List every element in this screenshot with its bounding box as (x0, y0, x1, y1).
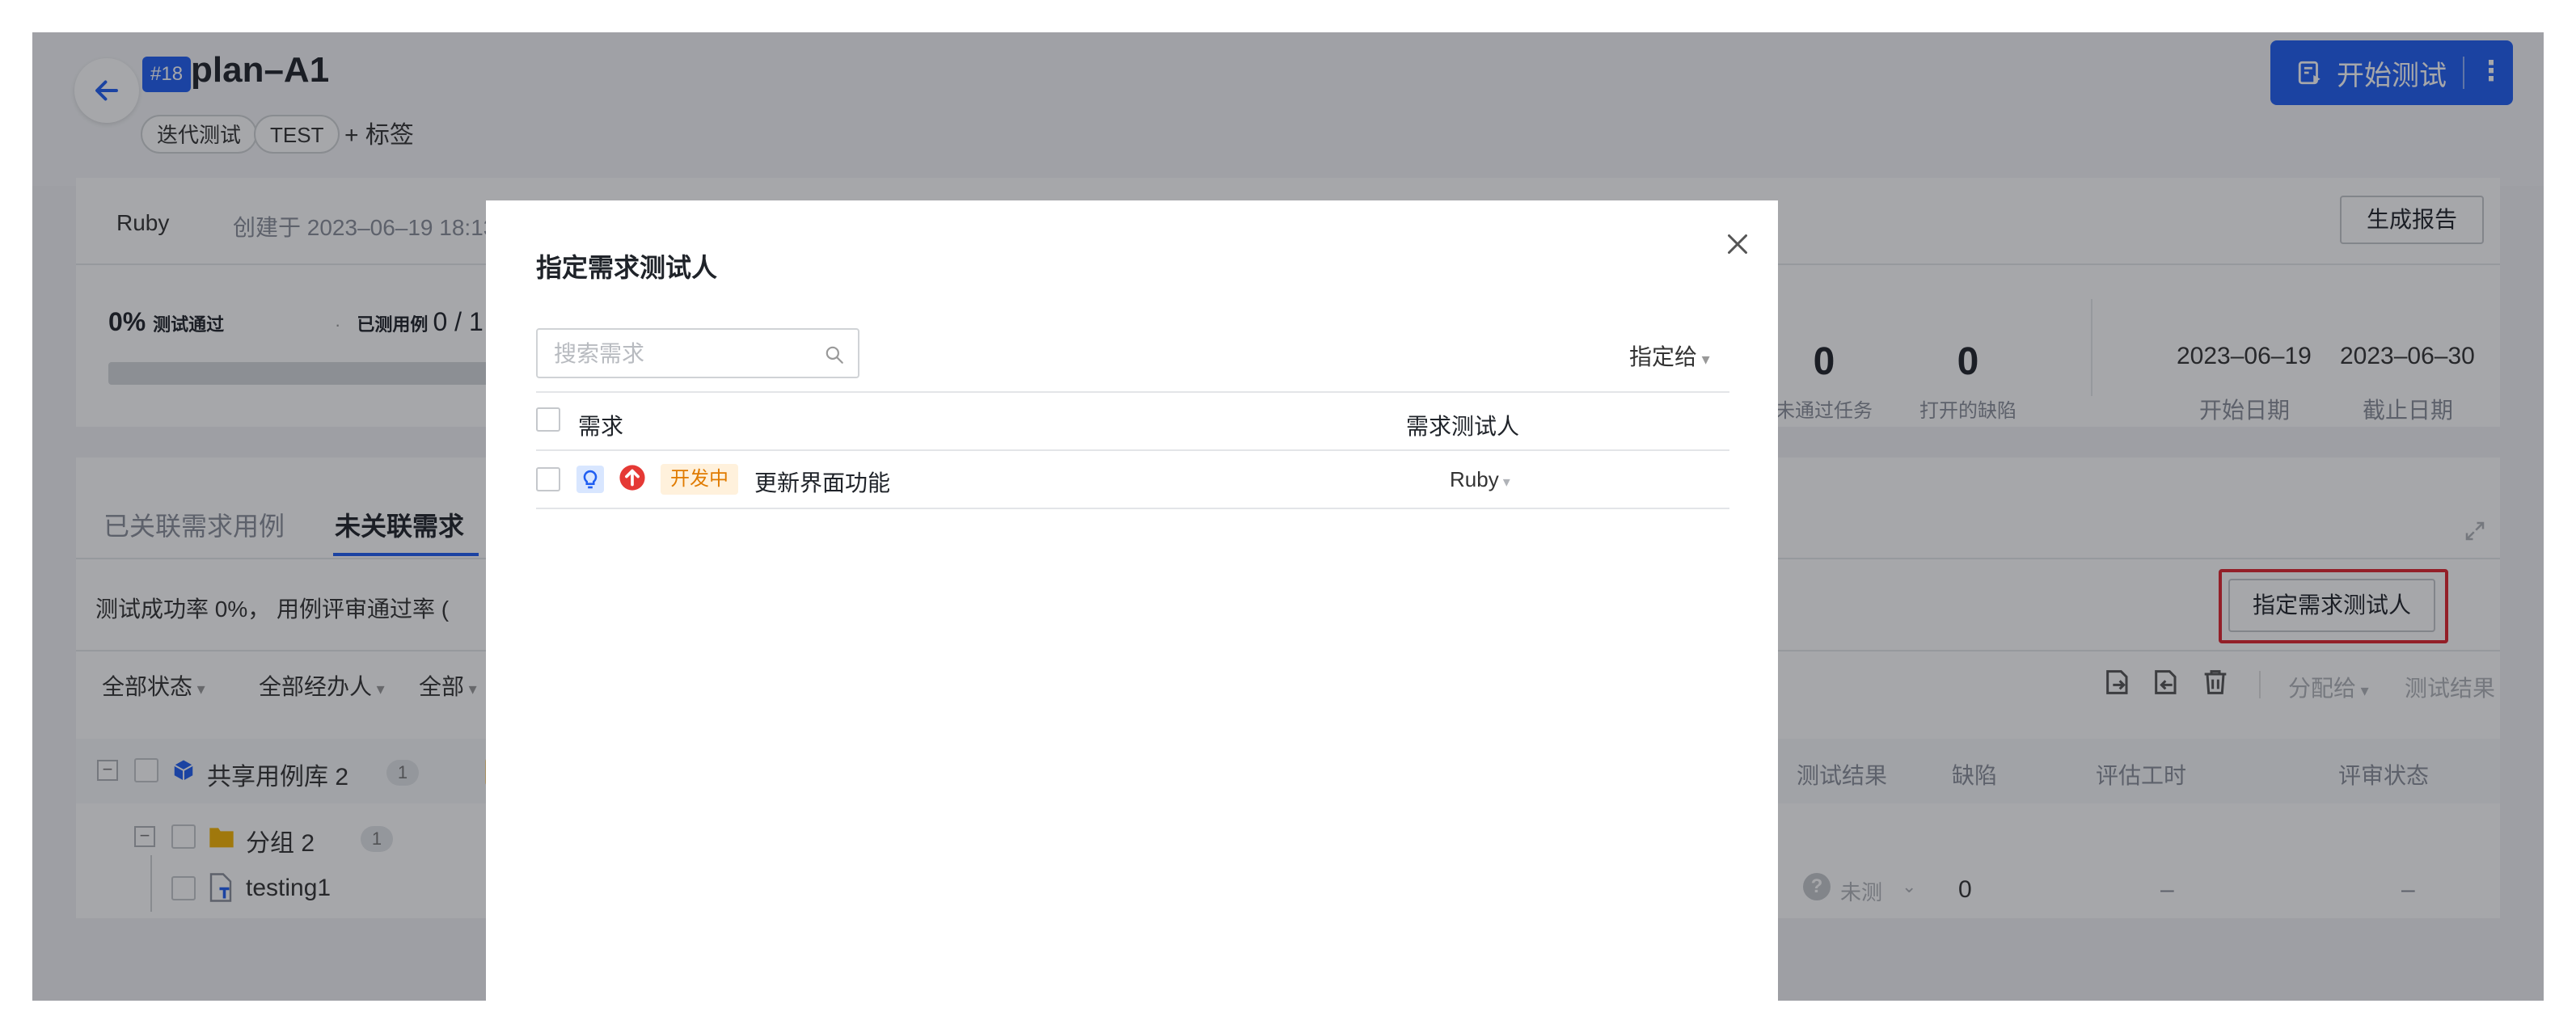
requirement-checkbox[interactable] (536, 467, 560, 491)
assign-to-dropdown[interactable]: 指定给 (1629, 339, 1710, 372)
search-input[interactable] (554, 338, 813, 370)
search-requirement-field (536, 328, 859, 378)
column-requirement: 需求 (578, 414, 624, 439)
tester-select[interactable]: Ruby (1450, 467, 1510, 492)
priority-high-icon (619, 465, 645, 491)
dialog-title: 指定需求测试人 (536, 253, 718, 282)
assign-tester-dialog: 指定需求测试人 指定给 需求 需求测试人 开发中 更新界面功能 Ruby (486, 200, 1778, 1001)
divider (536, 391, 1729, 393)
requirement-name[interactable]: 更新界面功能 (754, 466, 890, 498)
divider (536, 449, 1729, 451)
app-window: #18 plan–A1 迭代测试 TEST + 标签 开始测试 ⋮ Ruby 创… (32, 32, 2544, 1001)
status-badge: 开发中 (661, 464, 738, 495)
column-requirement-tester: 需求测试人 (1406, 414, 1520, 439)
search-icon[interactable] (824, 344, 845, 365)
close-icon[interactable] (1723, 230, 1752, 259)
requirement-bulb-icon (576, 466, 604, 493)
select-all-checkbox[interactable] (536, 407, 560, 432)
divider (536, 508, 1729, 509)
